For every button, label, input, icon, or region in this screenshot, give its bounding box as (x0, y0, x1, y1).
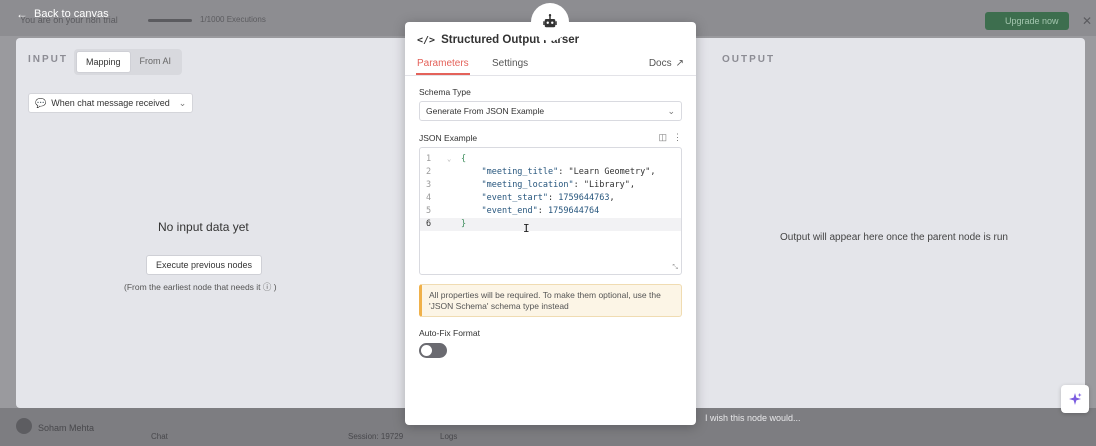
chevron-down-icon: ⌄ (178, 97, 187, 108)
logs-label: Logs (440, 432, 458, 441)
mapping-toggle[interactable]: Mapping (76, 51, 131, 73)
input-panel: INPUT Mapping From AI 💬 When chat messag… (16, 38, 414, 408)
schema-type-select[interactable]: Generate From JSON Example ⌄ (419, 101, 682, 121)
output-placeholder: Output will appear here once the parent … (780, 232, 1008, 243)
code-line: 5 "event_end": 1759644764 (420, 205, 681, 218)
tab-parameters[interactable]: Parameters (416, 58, 470, 75)
tab-settings[interactable]: Settings (492, 58, 528, 69)
input-mode-toggle: Mapping From AI (74, 49, 183, 75)
external-link-icon: ↗ (675, 58, 684, 69)
execute-previous-nodes-button[interactable]: Execute previous nodes (146, 255, 263, 275)
back-label: Back to canvas (34, 8, 109, 20)
code-text: { (461, 154, 467, 164)
line-number: 4 (426, 193, 432, 203)
executions-progress (148, 19, 192, 22)
auto-fix-label: Auto-Fix Format (419, 328, 480, 338)
auto-fix-toggle[interactable] (419, 343, 447, 358)
code-line: 1 ⌄ { (420, 153, 681, 166)
json-tools: ◫ ⋮ (658, 132, 682, 143)
node-settings-modal: </> Structured Output Parser Parameters … (405, 22, 696, 425)
chat-label: Chat (151, 432, 168, 441)
trigger-node-label: When chat message received (51, 98, 170, 108)
line-number: 1 (426, 154, 432, 164)
code-text: "event_start": 1759644763, (481, 193, 615, 203)
json-example-editor[interactable]: 1 ⌄ { 2 "meeting_title": "Learn Geometry… (419, 147, 682, 275)
json-example-label: JSON Example (419, 133, 478, 143)
ai-assistant-sparkle-icon[interactable] (1061, 385, 1089, 413)
schema-type-value: Generate From JSON Example (426, 106, 545, 116)
text-cursor-icon: I (523, 222, 530, 235)
code-line: 6 } (420, 218, 681, 231)
executions-count: 1/1000 Executions (200, 15, 266, 24)
code-text: "meeting_location": "Library", (481, 180, 636, 190)
output-title: OUTPUT (722, 54, 776, 65)
chat-icon: 💬 (35, 97, 47, 108)
line-number: 3 (426, 180, 432, 190)
line-number: 5 (426, 206, 432, 216)
close-icon: ✕ (1082, 14, 1093, 28)
no-input-title: No input data yet (158, 220, 249, 234)
avatar (16, 418, 32, 434)
line-number: 2 (426, 167, 432, 177)
from-ai-toggle[interactable]: From AI (131, 51, 181, 73)
code-line: 2 "meeting_title": "Learn Geometry", (420, 166, 681, 179)
docs-label: Docs (648, 58, 672, 69)
resize-handle-icon[interactable]: ⤡ (672, 263, 678, 272)
session-label: Session: 19729 (348, 432, 404, 441)
wish-text: I wish this node would... (705, 413, 801, 423)
code-text: "meeting_title": "Learn Geometry", (481, 167, 656, 177)
user-name: Soham Mehta (38, 423, 95, 433)
back-to-canvas-link[interactable]: ← Back to canvas (16, 7, 109, 21)
code-text: "event_end": 1759644764 (481, 206, 600, 216)
trigger-node-select[interactable]: 💬 When chat message received ⌄ (28, 93, 194, 113)
docs-link[interactable]: Docs ↗ (649, 58, 684, 69)
toggle-knob (421, 345, 432, 356)
more-options-icon[interactable]: ⋮ (673, 132, 682, 143)
output-panel: OUTPUT Output will appear here once the … (696, 38, 1085, 408)
modal-tabs: Parameters Settings Docs ↗ (405, 56, 696, 76)
earliest-node-hint: (From the earliest node that needs it ⓘ … (124, 282, 277, 292)
required-properties-notice: All properties will be required. To make… (419, 284, 682, 317)
robot-icon (531, 3, 569, 41)
chevron-down-icon: ⌄ (667, 105, 675, 116)
arrow-left-icon: ← (16, 7, 28, 21)
code-text: } (461, 219, 467, 229)
input-title: INPUT (28, 54, 68, 65)
code-line: 4 "event_start": 1759644763, (420, 192, 681, 205)
schema-type-label: Schema Type (419, 87, 471, 97)
code-icon: </> (417, 34, 436, 46)
expand-editor-icon[interactable]: ◫ (658, 132, 667, 143)
upgrade-button: Upgrade now (985, 12, 1069, 30)
line-number: 6 (426, 219, 432, 229)
code-line: 3 "meeting_location": "Library", (420, 179, 681, 192)
fold-icon[interactable]: ⌄ (447, 153, 451, 166)
